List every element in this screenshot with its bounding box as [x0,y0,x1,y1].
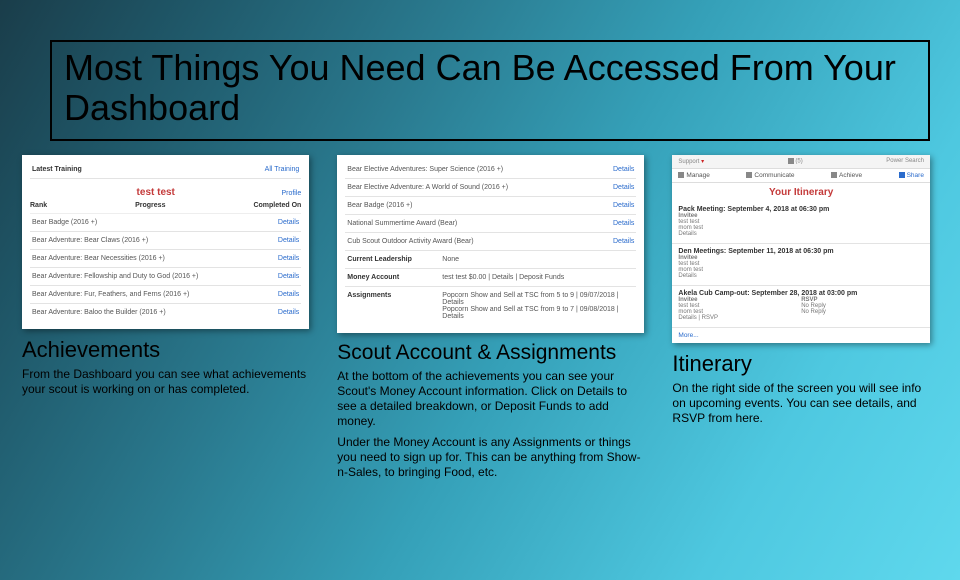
event-block: Akela Cub Camp-out: September 28, 2018 a… [672,286,930,328]
power-search[interactable]: Power Search [886,158,924,165]
event-details-link[interactable]: Details [678,231,924,237]
details-link[interactable]: Details [613,238,634,245]
slide-title-bar: Most Things You Need Can Be Accessed Fro… [50,40,930,141]
details-link[interactable]: Details [278,219,299,226]
event-title: Akela Cub Camp-out: September 28, 2018 a… [678,290,924,297]
details-link[interactable]: Details [278,255,299,262]
table-row: Bear Adventure: Baloo the Builder (2016 … [30,304,301,321]
achievements-caption-body: From the Dashboard you can see what achi… [22,367,309,397]
leadership-row: Current Leadership None [345,251,636,269]
table-row: Bear Badge (2016 +)Details [345,197,636,215]
details-link[interactable]: Details [278,273,299,280]
slide-title: Most Things You Need Can Be Accessed Fro… [64,48,916,129]
details-link[interactable]: Details [278,309,299,316]
all-training-link[interactable]: All Training [265,166,300,173]
scout-name: test test [137,187,175,198]
details-link[interactable]: Details [613,184,634,191]
event-title: Den Meetings: September 11, 2018 at 06:3… [678,248,924,255]
details-link[interactable]: Details [278,237,299,244]
details-link[interactable]: Details [613,220,634,227]
more-link[interactable]: More... [672,328,930,343]
event-block: Pack Meeting: September 4, 2018 at 06:30… [672,202,930,244]
support-label[interactable]: Support [678,159,699,165]
table-row: Bear Badge (2016 +)Details [30,214,301,232]
itinerary-title: Your Itinerary [672,183,930,202]
column-scout-account: Bear Elective Adventures: Super Science … [337,155,644,480]
tab-communicate[interactable]: Communicate [754,172,794,179]
event-block: Den Meetings: September 11, 2018 at 06:3… [672,244,930,286]
col-rank: Rank [30,202,47,209]
details-link[interactable]: Details [613,166,634,173]
content-row: Latest Training All Training test test P… [0,141,960,480]
table-row: Bear Adventure: Fur, Feathers, and Ferns… [30,286,301,304]
tab-manage[interactable]: Manage [686,172,710,179]
trophy-icon [831,172,837,178]
column-achievements: Latest Training All Training test test P… [22,155,309,480]
table-row: Bear Elective Adventure: A World of Soun… [345,179,636,197]
money-row: Money Account test test $0.00 | Details … [345,269,636,287]
tab-achieve[interactable]: Achieve [839,172,862,179]
table-row: National Summertime Award (Bear)Details [345,215,636,233]
table-row: Bear Adventure: Bear Necessities (2016 +… [30,250,301,268]
tab-share[interactable]: Share [907,172,924,179]
itinerary-caption-body: On the right side of the screen you will… [672,381,930,426]
table-row: Bear Elective Adventures: Super Science … [345,161,636,179]
column-itinerary: Support ▾ (5) Power Search Manage Commun… [672,155,930,480]
gear-icon [678,172,684,178]
scout-account-caption-body: At the bottom of the achievements you ca… [337,369,644,480]
col-completed: Completed On [253,202,301,209]
notif-count: (5) [795,158,802,164]
itinerary-screenshot: Support ▾ (5) Power Search Manage Commun… [672,155,930,343]
assignments-row: Assignments Popcorn Show and Sell at TSC… [345,287,636,325]
share-icon [899,172,905,178]
table-row: Cub Scout Outdoor Activity Award (Bear)D… [345,233,636,251]
table-row: Bear Adventure: Fellowship and Duty to G… [30,268,301,286]
achievements-screenshot: Latest Training All Training test test P… [22,155,309,329]
table-row: Bear Adventure: Bear Claws (2016 +)Detai… [30,232,301,250]
col-progress: Progress [135,202,165,209]
itinerary-caption-title: Itinerary [672,351,930,377]
profile-link[interactable]: Profile [281,190,301,197]
scout-account-caption-title: Scout Account & Assignments [337,341,644,365]
scout-account-screenshot: Bear Elective Adventures: Super Science … [337,155,644,333]
details-link[interactable]: Details [613,202,634,209]
event-details-link[interactable]: Details [678,273,924,279]
latest-training-label: Latest Training [32,166,82,173]
achievements-table-header: Rank Progress Completed On [30,202,301,214]
achievements-caption-title: Achievements [22,337,309,363]
bell-icon [788,158,794,164]
event-title: Pack Meeting: September 4, 2018 at 06:30… [678,206,924,213]
event-details-rsvp-link[interactable]: Details | RSVP [678,315,801,321]
chat-icon [746,172,752,178]
details-link[interactable]: Details [278,291,299,298]
